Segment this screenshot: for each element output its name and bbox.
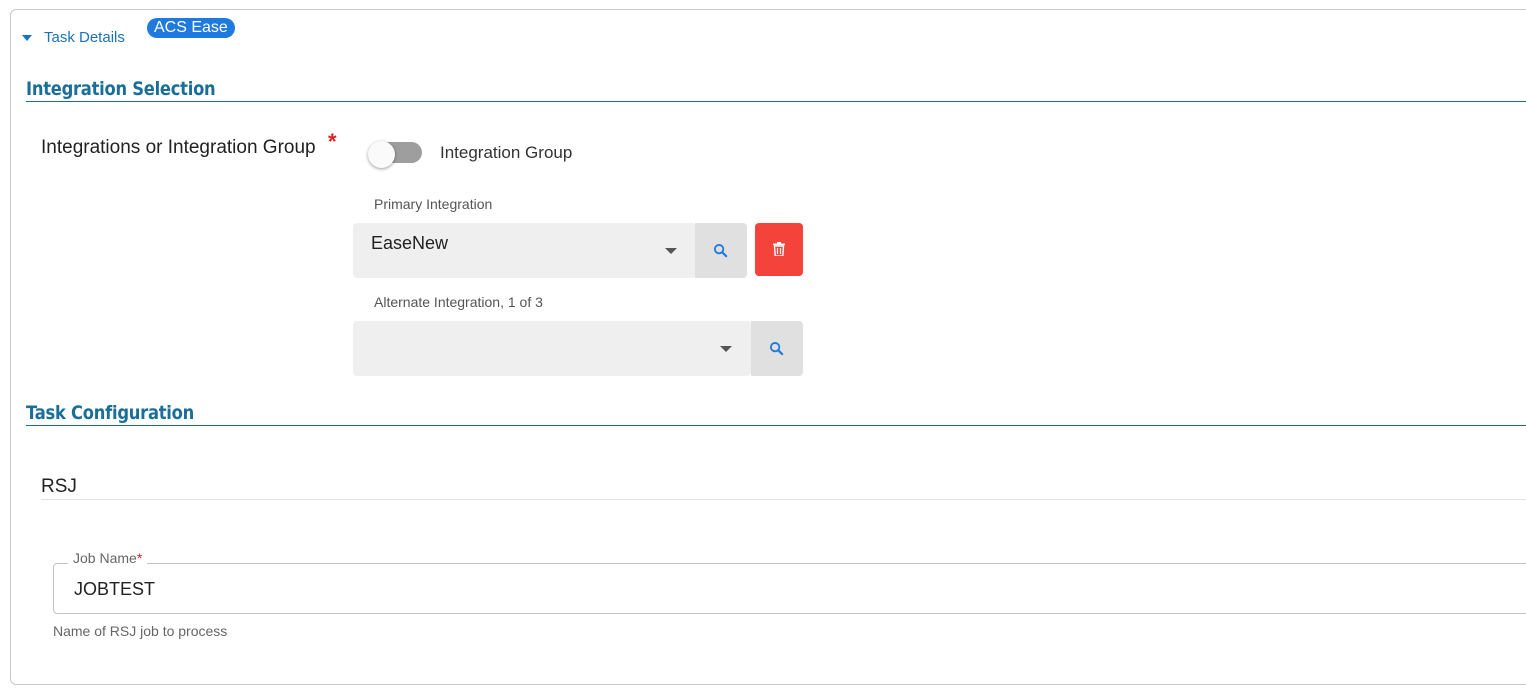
chevron-down-icon[interactable] bbox=[720, 346, 732, 352]
section-divider bbox=[26, 101, 1526, 102]
subsection-divider bbox=[41, 499, 1526, 500]
job-name-helper-text: Name of RSJ job to process bbox=[53, 623, 228, 639]
job-name-label-text: Job Name bbox=[73, 550, 137, 566]
search-icon bbox=[769, 341, 784, 356]
integrations-field-label: Integrations or Integration Group bbox=[41, 137, 316, 158]
primary-integration-label: Primary Integration bbox=[374, 196, 493, 212]
rsj-subsection-title: RSJ bbox=[41, 476, 77, 497]
integration-group-toggle[interactable] bbox=[368, 141, 422, 168]
integration-badge: ACS Ease bbox=[147, 18, 235, 38]
chevron-down-icon[interactable] bbox=[665, 248, 677, 254]
primary-integration-select[interactable]: EaseNew bbox=[353, 223, 696, 278]
section-divider bbox=[26, 425, 1526, 426]
task-configuration-title: Task Configuration bbox=[26, 402, 194, 424]
job-name-label: Job Name* bbox=[68, 550, 148, 566]
alternate-integration-search-button[interactable] bbox=[751, 321, 803, 376]
trash-icon bbox=[773, 242, 785, 256]
integration-group-label: Integration Group bbox=[440, 143, 573, 162]
delete-primary-integration-button[interactable] bbox=[755, 223, 803, 276]
alternate-integration-label: Alternate Integration, 1 of 3 bbox=[374, 294, 543, 310]
primary-integration-value: EaseNew bbox=[371, 233, 449, 253]
primary-integration-search-button[interactable] bbox=[695, 223, 747, 278]
required-indicator: * bbox=[136, 550, 143, 566]
required-indicator: * bbox=[328, 129, 337, 154]
toggle-knob bbox=[368, 141, 395, 168]
integration-selection-title: Integration Selection bbox=[26, 78, 216, 100]
task-details-label: Task Details bbox=[44, 29, 125, 46]
job-name-field[interactable]: JOBTEST bbox=[53, 563, 1526, 614]
alternate-integration-select[interactable] bbox=[353, 321, 751, 376]
task-details-toggle[interactable]: Task Details bbox=[22, 29, 125, 46]
search-icon bbox=[713, 243, 728, 258]
job-name-value[interactable]: JOBTEST bbox=[74, 579, 155, 600]
caret-down-icon bbox=[22, 35, 32, 41]
